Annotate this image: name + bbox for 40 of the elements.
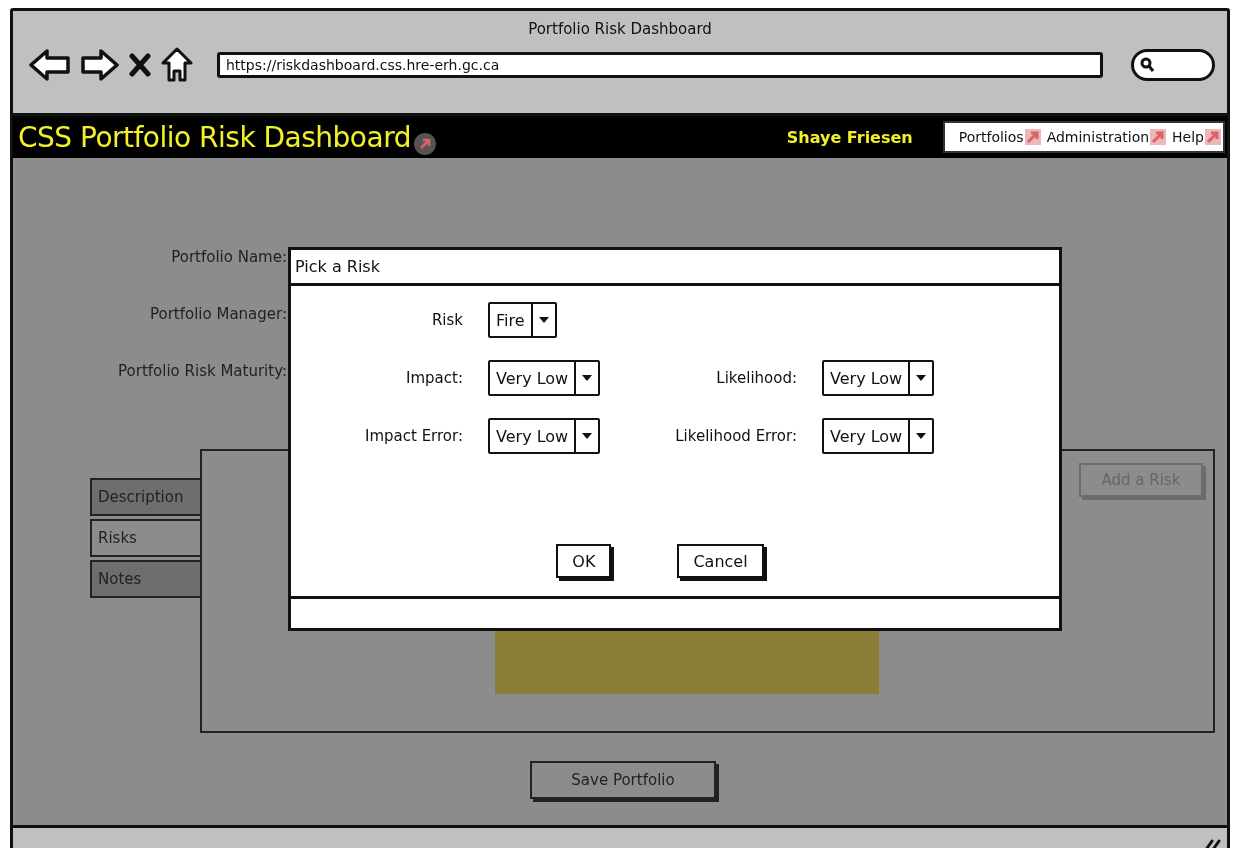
- field-label: Portfolio Manager:: [149, 305, 287, 325]
- search-icon: [1140, 57, 1154, 73]
- caret-icon: [581, 374, 594, 382]
- save-button[interactable]: Save Portfolio: [530, 761, 716, 799]
- field-label: Portfolio Risk Maturity:: [117, 362, 287, 382]
- nav-link[interactable]: Portfolios: [958, 129, 1041, 145]
- dialog-title: Pick a Risk: [291, 250, 1059, 286]
- nav-link[interactable]: Administration: [1046, 129, 1167, 145]
- search-field[interactable]: [1131, 49, 1215, 81]
- back-icon[interactable]: [29, 48, 71, 82]
- link-arrow-icon: [1150, 129, 1167, 145]
- user-name: Shaye Friesen: [786, 127, 913, 147]
- field-label: Risk: [430, 311, 463, 329]
- url-field[interactable]: https://riskdashboard.css.hre-erh.gc.ca: [217, 52, 1103, 78]
- dropdown[interactable]: Very Low: [822, 360, 935, 396]
- tab[interactable]: Risks: [90, 519, 200, 557]
- link-arrow-icon: [1024, 129, 1041, 145]
- home-icon[interactable]: [161, 47, 193, 83]
- caret-icon: [581, 432, 594, 440]
- dropdown[interactable]: Very Low: [822, 418, 935, 454]
- field-label: Portfolio Name:: [170, 248, 287, 268]
- field-label: Impact Error:: [364, 427, 463, 445]
- dropdown[interactable]: Very Low: [488, 418, 601, 454]
- field-label: Impact:: [405, 369, 463, 387]
- close-icon[interactable]: [129, 53, 151, 77]
- window-title: Portfolio Risk Dashboard: [527, 19, 713, 39]
- nav-link[interactable]: Help: [1172, 129, 1221, 145]
- dropdown[interactable]: Fire: [488, 302, 557, 338]
- caret-icon: [915, 432, 928, 440]
- caret-icon: [537, 316, 550, 324]
- cancel-button[interactable]: Cancel: [677, 544, 764, 578]
- dropdown[interactable]: Very Low: [488, 360, 601, 396]
- forward-icon[interactable]: [81, 48, 119, 82]
- ok-button[interactable]: OK: [556, 544, 612, 578]
- caret-icon: [915, 374, 928, 382]
- link-arrow-icon: [1205, 129, 1221, 145]
- field-label: Likelihood Error:: [674, 427, 797, 445]
- field-label: Likelihood:: [715, 369, 797, 387]
- app-title: CSS Portfolio Risk Dashboard: [18, 120, 411, 154]
- cursor-icon: [412, 132, 437, 156]
